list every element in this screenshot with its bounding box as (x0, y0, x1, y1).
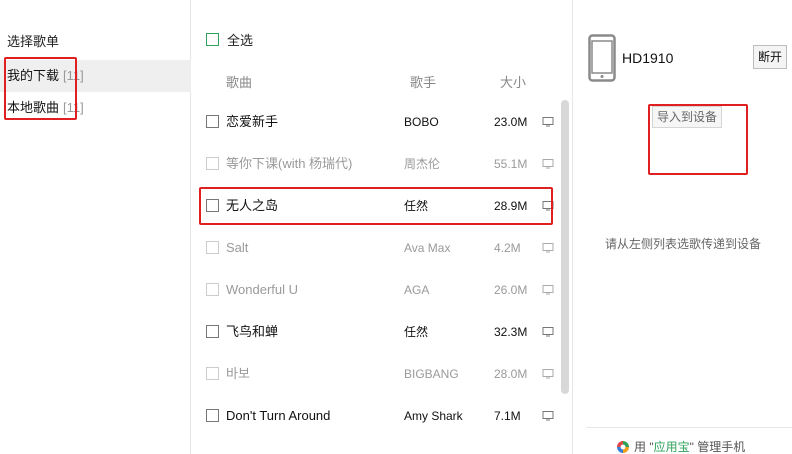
song-list-panel: 全选 歌曲 歌手 大小 恋爱新手 BOBO 23.0M 等你下课(with 杨瑞… (192, 0, 573, 454)
song-artist: Ava Max (404, 241, 451, 255)
song-artist: BOBO (404, 115, 439, 129)
song-artist: 任然 (404, 325, 429, 339)
select-all-checkbox[interactable] (206, 33, 219, 46)
playlist-item-label: 本地歌曲 (7, 100, 60, 115)
song-size: 7.1M (494, 409, 521, 423)
song-checkbox[interactable] (206, 241, 219, 254)
song-artist: Amy Shark (404, 409, 463, 423)
phone-icon (588, 34, 616, 82)
song-artist: BIGBANG (404, 367, 459, 381)
playlist-item-label: 我的下载 (7, 68, 60, 83)
song-checkbox[interactable] (206, 199, 219, 212)
song-checkbox[interactable] (206, 409, 219, 422)
device-panel: HD1910 断开 导入到设备 请从左侧列表选歌传递到设备 用 " 应用宝 " … (574, 0, 792, 454)
footer-prefix: 用 " (634, 440, 654, 454)
song-size: 55.1M (494, 157, 528, 171)
song-artist: AGA (404, 283, 430, 297)
song-row[interactable]: 无人之岛 任然 28.9M (192, 185, 560, 227)
song-size: 23.0M (494, 115, 528, 129)
song-size: 4.2M (494, 241, 521, 255)
song-name: 恋爱新手 (226, 114, 279, 129)
song-name: 等你下课(with 杨瑞代) (226, 156, 353, 171)
transfer-hint: 请从左侧列表选歌传递到设备 (604, 237, 761, 251)
computer-icon (542, 243, 554, 253)
song-artist: 任然 (404, 199, 429, 213)
computer-icon (542, 117, 554, 127)
yingyongbao-logo-icon (617, 440, 629, 453)
footer-link[interactable]: 用 " 应用宝 " 管理手机 (616, 438, 745, 454)
song-size: 28.0M (494, 367, 528, 381)
computer-icon (542, 411, 554, 421)
select-all-label: 全选 (227, 33, 254, 48)
song-name: 바보 (226, 366, 250, 381)
playlist-item-count: [11] (63, 100, 84, 115)
playlist-item-local-songs[interactable]: 本地歌曲 [11] (0, 92, 191, 124)
footer: 用 " 应用宝 " 管理手机 (586, 427, 792, 454)
computer-icon (542, 369, 554, 379)
song-size: 26.0M (494, 283, 528, 297)
song-size: 32.3M (494, 325, 528, 339)
footer-brand: 应用宝 (653, 440, 690, 454)
song-checkbox[interactable] (206, 283, 219, 296)
column-header-song: 歌曲 (226, 75, 253, 90)
song-row[interactable]: 恋爱新手 BOBO 23.0M (192, 101, 560, 143)
song-checkbox[interactable] (206, 157, 219, 170)
song-row[interactable]: 等你下课(with 杨瑞代) 周杰伦 55.1M (192, 143, 560, 185)
song-row[interactable]: Don't Turn Around Amy Shark 7.1M (192, 395, 560, 437)
song-name: Wonderful U (226, 282, 299, 297)
computer-icon (542, 201, 554, 211)
song-row[interactable]: Wonderful U AGA 26.0M (192, 269, 560, 311)
column-header-artist: 歌手 (410, 75, 437, 90)
disconnect-button[interactable]: 断开 (753, 45, 787, 69)
song-name: Don't Turn Around (226, 408, 331, 423)
song-list-scrollbar[interactable] (561, 100, 569, 394)
computer-icon (542, 327, 554, 337)
song-checkbox[interactable] (206, 115, 219, 128)
column-header-size: 大小 (500, 75, 527, 90)
playlist-heading: 选择歌单 (7, 34, 60, 49)
song-row[interactable]: 飞鸟和蝉 任然 32.3M (192, 311, 560, 353)
playlist-panel: 选择歌单 我的下载 [11] 本地歌曲 [11] (0, 0, 191, 454)
song-name: 飞鸟和蝉 (226, 324, 279, 339)
select-all[interactable]: 全选 (206, 30, 253, 49)
playlist-item-count: [11] (63, 68, 84, 83)
computer-icon (542, 285, 554, 295)
device-name: HD1910 (622, 50, 674, 66)
song-name: 无人之岛 (226, 198, 279, 213)
song-row[interactable]: Salt Ava Max 4.2M (192, 227, 560, 269)
song-size: 28.9M (494, 199, 528, 213)
song-row[interactable]: 바보 BIGBANG 28.0M (192, 353, 560, 395)
footer-suffix: " 管理手机 (689, 440, 746, 454)
song-artist: 周杰伦 (404, 157, 441, 171)
computer-icon (542, 159, 554, 169)
song-name: Salt (226, 240, 249, 255)
playlist-item-my-downloads[interactable]: 我的下载 [11] (0, 60, 191, 92)
import-to-device-button[interactable]: 导入到设备 (652, 106, 723, 128)
song-checkbox[interactable] (206, 325, 219, 338)
song-checkbox[interactable] (206, 367, 219, 380)
